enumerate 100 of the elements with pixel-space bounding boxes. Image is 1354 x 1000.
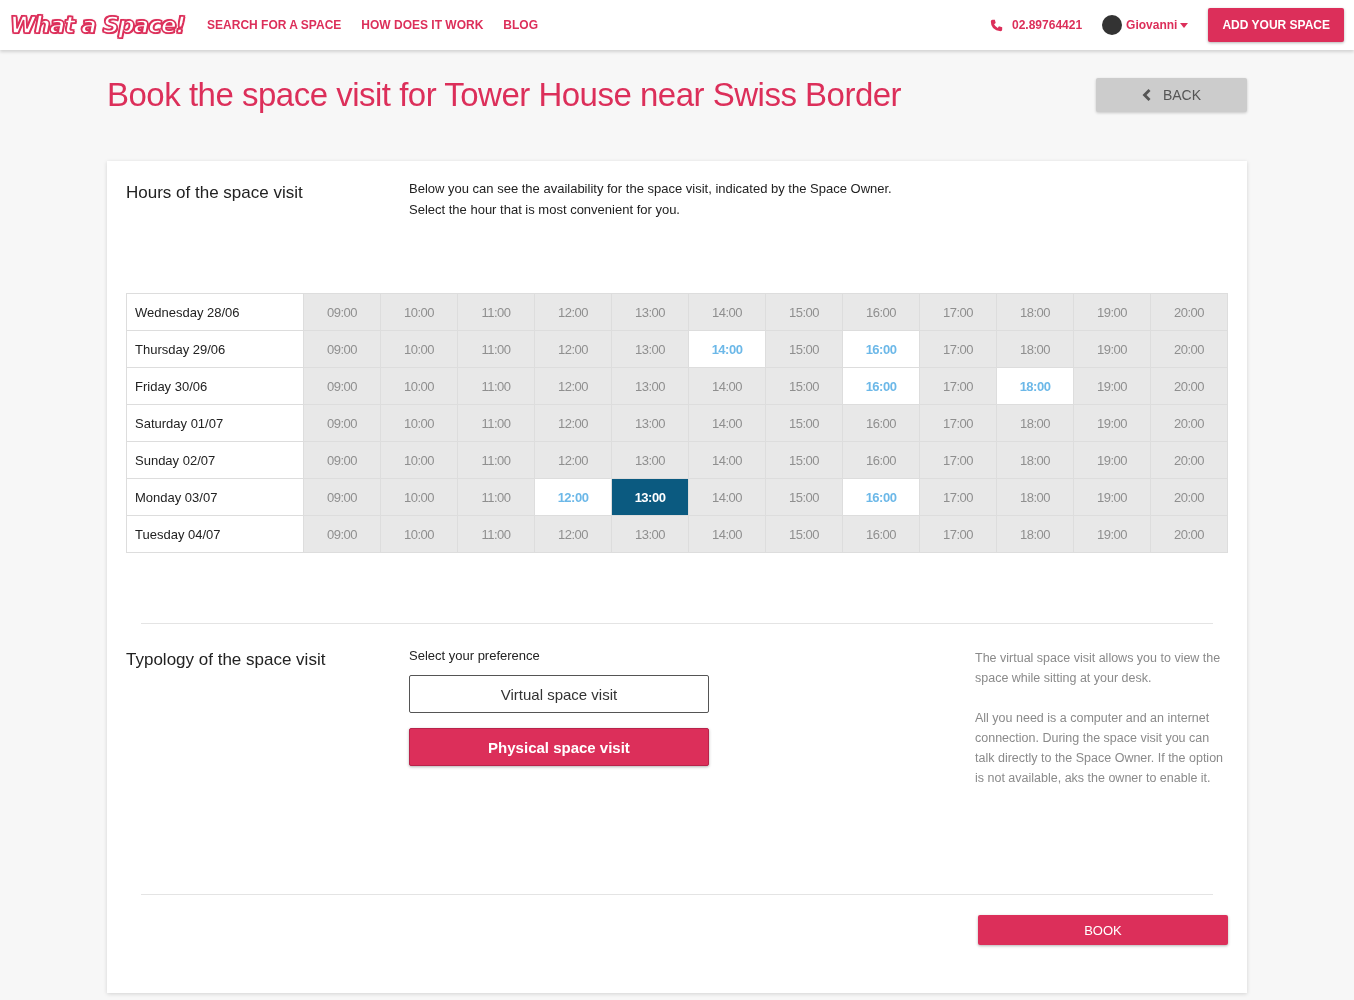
time-slot: 17:00 <box>920 294 997 330</box>
time-slot: 12:00 <box>535 442 612 478</box>
time-slot: 16:00 <box>843 516 920 552</box>
time-slot: 18:00 <box>997 405 1074 441</box>
avatar-icon[interactable] <box>1102 15 1123 35</box>
time-slot: 20:00 <box>1151 405 1227 441</box>
time-slot: 10:00 <box>381 405 458 441</box>
time-slot: 14:00 <box>689 368 766 404</box>
time-slot: 15:00 <box>766 442 843 478</box>
page-title: Book the space visit for Tower House near Swiss Border <box>107 75 902 114</box>
instruction-text: Select the hour that is most convenient for you. <box>409 202 681 217</box>
back-button[interactable]: BACK <box>1096 77 1247 112</box>
time-slot: 11:00 <box>458 331 535 367</box>
time-slot: 12:00 <box>535 331 612 367</box>
visit-type-option[interactable]: Physical space visit <box>409 728 709 766</box>
time-slot: 20:00 <box>1151 516 1227 552</box>
time-slot: 19:00 <box>1074 331 1151 367</box>
time-slot: 09:00 <box>304 331 381 367</box>
time-slot: 20:00 <box>1151 294 1227 330</box>
section-heading: Typology of the space visit <box>126 649 327 671</box>
nav-link[interactable]: HOW DOES IT WORK <box>361 18 484 32</box>
time-slot: 18:00 <box>997 516 1074 552</box>
info-text: All you need is a computer and an internet connection. During the space visit you can talk directly to the Space Owner. If the option is not available, aks the owner to enable it. <box>975 710 1225 787</box>
time-slot: 14:00 <box>689 479 766 515</box>
time-slot[interactable]: 13:00 <box>612 479 689 515</box>
time-slot: 10:00 <box>381 479 458 515</box>
time-slot: 14:00 <box>689 442 766 478</box>
time-slot: 19:00 <box>1074 516 1151 552</box>
time-slot: 12:00 <box>535 405 612 441</box>
time-slot: 18:00 <box>997 294 1074 330</box>
time-slot: 12:00 <box>535 516 612 552</box>
time-slot: 19:00 <box>1074 442 1151 478</box>
time-slot: 12:00 <box>535 294 612 330</box>
time-slot: 17:00 <box>920 516 997 552</box>
time-slot: 09:00 <box>304 368 381 404</box>
time-slot: 16:00 <box>843 405 920 441</box>
time-slot: 17:00 <box>920 405 997 441</box>
time-slot: 09:00 <box>304 516 381 552</box>
time-slot: 15:00 <box>766 294 843 330</box>
time-slot: 10:00 <box>381 294 458 330</box>
time-slot: 10:00 <box>381 516 458 552</box>
user-menu[interactable]: Giovanni <box>1126 18 1189 32</box>
book-button[interactable]: BOOK <box>978 915 1228 945</box>
visit-type-option[interactable]: Virtual space visit <box>409 675 709 713</box>
info-text: The virtual space visit allows you to view the space while sitting at your desk. <box>975 650 1222 687</box>
time-slot: 14:00 <box>689 294 766 330</box>
time-slot: 18:00 <box>997 479 1074 515</box>
time-slot: 20:00 <box>1151 331 1227 367</box>
time-slot: 15:00 <box>766 479 843 515</box>
time-slot: 10:00 <box>381 368 458 404</box>
add-space-button[interactable]: ADD YOUR SPACE <box>1208 8 1344 42</box>
time-slot: 20:00 <box>1151 368 1227 404</box>
time-slot: 18:00 <box>997 331 1074 367</box>
time-slot: 15:00 <box>766 368 843 404</box>
time-slot: 16:00 <box>843 294 920 330</box>
time-slot: 13:00 <box>612 442 689 478</box>
phone-icon <box>990 18 1003 32</box>
time-slot: 17:00 <box>920 331 997 367</box>
time-slot: 09:00 <box>304 405 381 441</box>
time-slot: 20:00 <box>1151 479 1227 515</box>
time-slot: 10:00 <box>381 442 458 478</box>
time-slot: 11:00 <box>458 405 535 441</box>
time-slot: 09:00 <box>304 442 381 478</box>
time-slot: 15:00 <box>766 405 843 441</box>
time-slot: 19:00 <box>1074 294 1151 330</box>
time-slot: 13:00 <box>612 294 689 330</box>
phone-number: 02.89764421 <box>1012 18 1083 32</box>
time-slot: 15:00 <box>766 331 843 367</box>
time-slot: 19:00 <box>1074 405 1151 441</box>
time-slot: 17:00 <box>920 479 997 515</box>
time-slot: 09:00 <box>304 479 381 515</box>
time-slot: 20:00 <box>1151 442 1227 478</box>
time-slot: 17:00 <box>920 442 997 478</box>
preference-label: Select your preference <box>409 648 541 663</box>
time-slot: 13:00 <box>612 368 689 404</box>
time-slot: 13:00 <box>612 331 689 367</box>
time-slot: 19:00 <box>1074 479 1151 515</box>
time-slot: 16:00 <box>843 442 920 478</box>
chevron-left-icon <box>1141 88 1151 101</box>
time-slot: 11:00 <box>458 479 535 515</box>
instruction-text: Below you can see the availability for the space visit, indicated by the Space Owner. <box>409 181 892 196</box>
time-slot: 09:00 <box>304 294 381 330</box>
time-slot: 14:00 <box>689 516 766 552</box>
time-slot: 13:00 <box>612 516 689 552</box>
section-heading: Hours of the space visit <box>126 182 304 204</box>
time-slot: 17:00 <box>920 368 997 404</box>
time-slot: 18:00 <box>997 442 1074 478</box>
time-slot: 11:00 <box>458 442 535 478</box>
time-slot: 13:00 <box>612 405 689 441</box>
time-slot: 10:00 <box>381 331 458 367</box>
caret-icon <box>1180 22 1189 28</box>
time-slot: 11:00 <box>458 516 535 552</box>
nav-link[interactable]: SEARCH FOR A SPACE <box>207 18 342 32</box>
time-slot: 15:00 <box>766 516 843 552</box>
time-slot: 19:00 <box>1074 368 1151 404</box>
time-slot: 11:00 <box>458 368 535 404</box>
logo[interactable]: What a Space! <box>10 12 186 38</box>
time-slot: 14:00 <box>689 405 766 441</box>
nav-link[interactable]: BLOG <box>503 18 538 32</box>
time-slot: 12:00 <box>535 368 612 404</box>
